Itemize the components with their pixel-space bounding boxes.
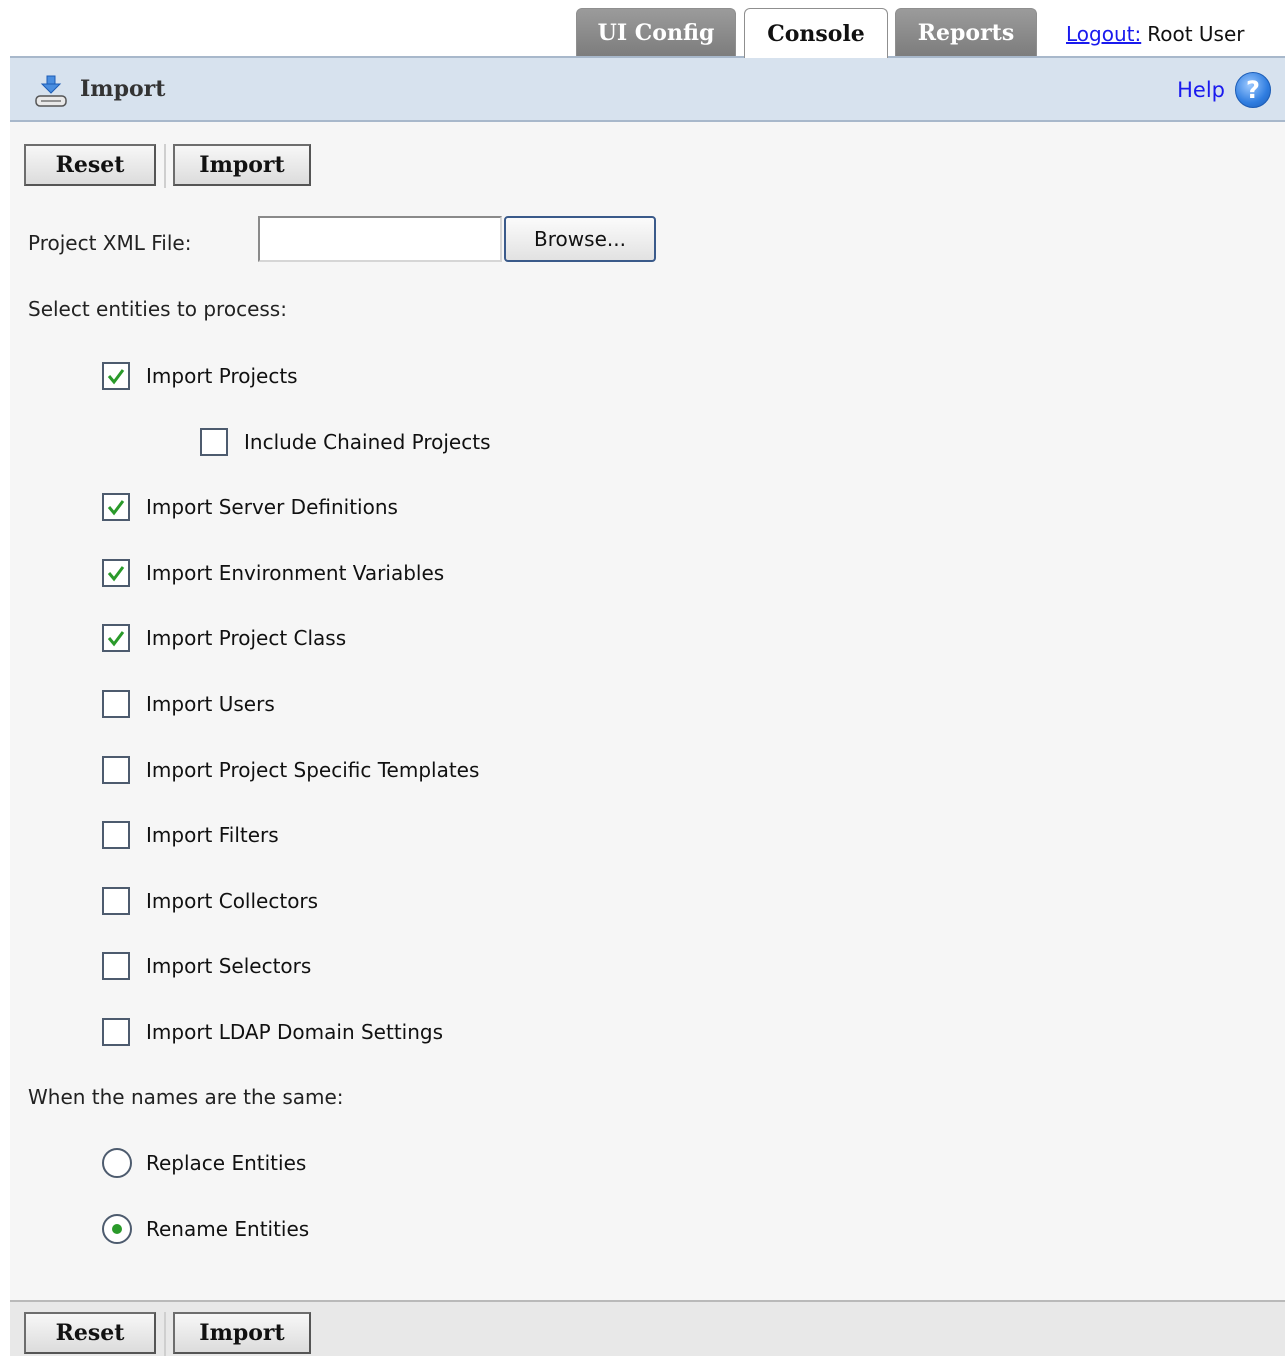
- checkbox-checked[interactable]: [102, 493, 130, 522]
- footer-reset-button[interactable]: Reset: [24, 1312, 156, 1354]
- footer-toolbar: Reset Import: [10, 1300, 1285, 1356]
- entity-checkbox-row[interactable]: Import Collectors: [102, 886, 319, 915]
- entity-checkbox-label: Import Project Specific Templates: [146, 757, 480, 782]
- toolbar-divider: [164, 144, 166, 188]
- help-label: Help: [1177, 78, 1225, 102]
- conflict-heading: When the names are the same:: [28, 1085, 344, 1109]
- tab-reports[interactable]: Reports: [895, 8, 1037, 57]
- checkmark-icon: [107, 631, 125, 647]
- browse-button[interactable]: Browse...: [504, 216, 656, 262]
- entity-checkbox-label: Import Project Class: [146, 626, 347, 651]
- entity-checkbox-label: Import Environment Variables: [146, 560, 445, 585]
- tab-ui-config[interactable]: UI Config: [576, 8, 736, 57]
- entity-checkbox-row[interactable]: Import Users: [102, 690, 275, 718]
- entity-checkbox-label: Import Selectors: [146, 954, 312, 979]
- tab-console[interactable]: Console: [744, 8, 888, 58]
- checkbox-unchecked[interactable]: [102, 886, 130, 915]
- footer-toolbar-divider: [164, 1312, 166, 1356]
- radio-dot-icon: [112, 1223, 122, 1234]
- file-label: Project XML File:: [28, 231, 192, 255]
- project-xml-file-input[interactable]: [258, 216, 502, 262]
- checkbox-checked[interactable]: [102, 362, 130, 390]
- conflict-radio-label: Rename Entities: [146, 1216, 310, 1241]
- conflict-radio-row[interactable]: Rename Entities: [102, 1213, 310, 1244]
- radio-unselected[interactable]: [102, 1148, 132, 1178]
- entity-checkbox-label: Import Users: [146, 692, 275, 716]
- checkbox-unchecked[interactable]: [102, 952, 130, 981]
- checkbox-checked[interactable]: [102, 624, 130, 653]
- entity-checkbox-row[interactable]: Include Chained Projects: [200, 427, 491, 456]
- conflict-radio-row[interactable]: Replace Entities: [102, 1148, 306, 1178]
- entity-checkbox-row[interactable]: Import Project Class: [102, 624, 347, 653]
- footer-import-button[interactable]: Import: [173, 1312, 311, 1354]
- entity-checkbox-row[interactable]: Import Selectors: [102, 952, 312, 981]
- checkbox-checked[interactable]: [102, 558, 130, 587]
- entity-checkbox-row[interactable]: Import Projects: [102, 362, 298, 390]
- entity-checkbox-row[interactable]: Import Environment Variables: [102, 558, 445, 587]
- entity-checkbox-label: Import Collectors: [146, 888, 319, 913]
- entity-checkbox-row[interactable]: Import Project Specific Templates: [102, 755, 480, 784]
- checkbox-unchecked[interactable]: [102, 821, 130, 850]
- logout-link[interactable]: Logout:: [1066, 22, 1141, 46]
- page-title: Import: [80, 76, 166, 102]
- session-info: Logout: Root User: [1066, 22, 1244, 46]
- reset-button[interactable]: Reset: [24, 144, 156, 186]
- entity-checkbox-label: Import Server Definitions: [146, 495, 398, 520]
- page-header: Import Help ?: [10, 56, 1285, 122]
- checkmark-icon: [107, 565, 125, 582]
- conflict-radio-label: Replace Entities: [146, 1151, 307, 1175]
- import-form: Reset Import Project XML File: Browse...…: [10, 122, 1285, 1302]
- user-name: Root User: [1147, 22, 1245, 46]
- checkbox-unchecked[interactable]: [102, 1018, 130, 1046]
- entity-checkbox-label: Import LDAP Domain Settings: [146, 1020, 444, 1044]
- checkbox-unchecked[interactable]: [102, 690, 130, 718]
- checkbox-unchecked[interactable]: [102, 755, 130, 784]
- top-navigation: UI Config Console Reports Logout: Root Us…: [0, 0, 1285, 58]
- entity-checkbox-label: Include Chained Projects: [244, 429, 491, 454]
- radio-selected[interactable]: [102, 1213, 132, 1244]
- import-button[interactable]: Import: [173, 144, 311, 186]
- entity-checkbox-row[interactable]: Import Filters: [102, 821, 279, 850]
- question-circle-icon: ?: [1235, 72, 1271, 108]
- entities-heading: Select entities to process:: [28, 297, 287, 321]
- checkmark-icon: [107, 369, 125, 385]
- checkmark-icon: [107, 500, 125, 516]
- entity-checkbox-label: Import Projects: [146, 364, 298, 388]
- checkbox-unchecked[interactable]: [200, 427, 228, 456]
- entity-checkbox-label: Import Filters: [146, 823, 279, 848]
- entity-checkbox-row[interactable]: Import Server Definitions: [102, 493, 398, 522]
- help-button[interactable]: Help ?: [1177, 72, 1271, 108]
- entity-checkbox-row[interactable]: Import LDAP Domain Settings: [102, 1018, 443, 1046]
- import-drive-icon: [35, 75, 67, 107]
